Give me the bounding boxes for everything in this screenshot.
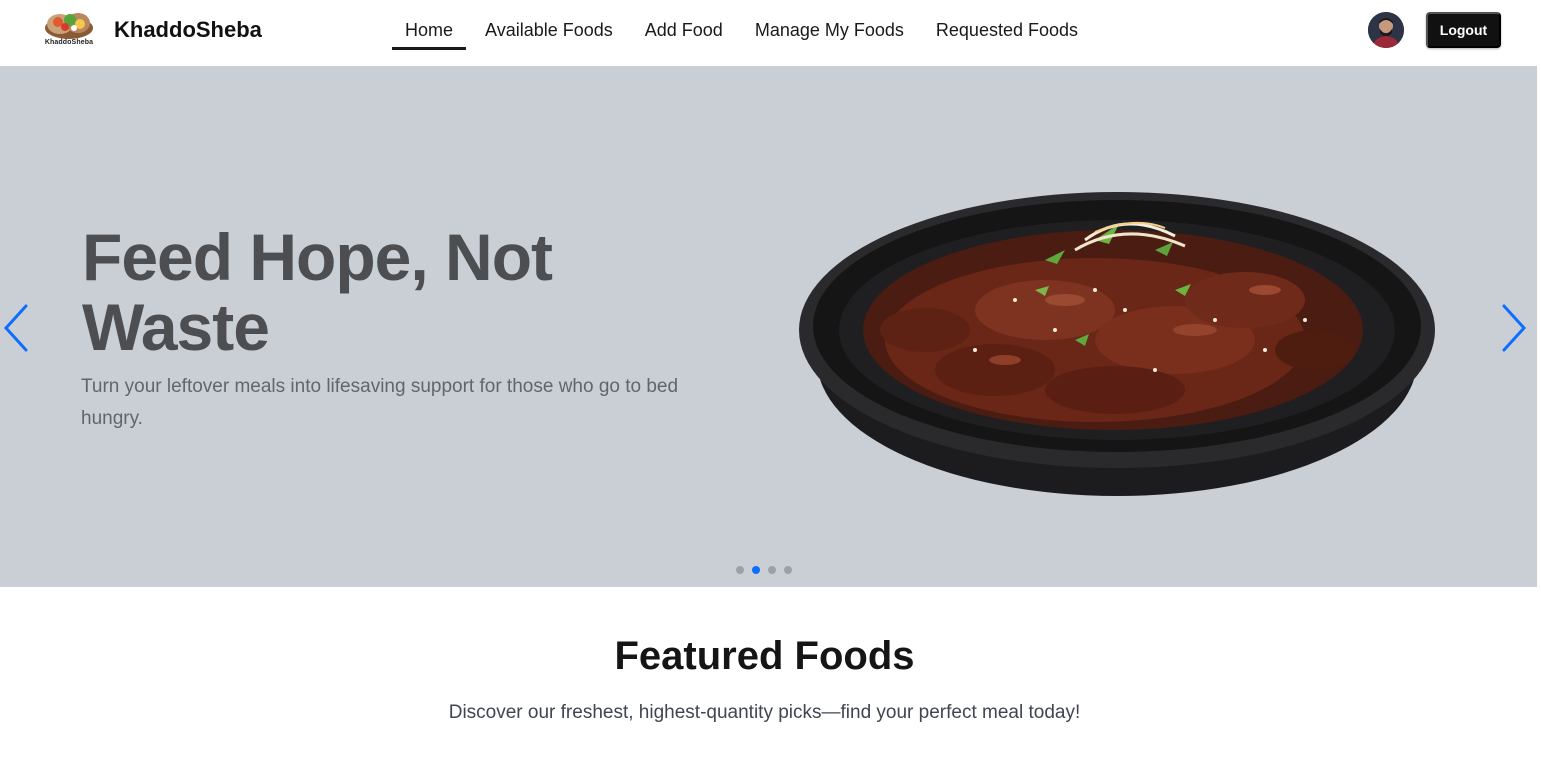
logout-button[interactable]: Logout: [1426, 12, 1501, 48]
carousel-dot-3[interactable]: [768, 566, 776, 574]
carousel-dot-2[interactable]: [752, 566, 760, 574]
nav-manage-my-foods[interactable]: Manage My Foods: [742, 0, 917, 50]
logo-text: KhaddoSheba: [44, 39, 94, 46]
navbar: KhaddoSheba KhaddoSheba Home Available F…: [0, 0, 1541, 66]
hero-subtitle: Turn your leftover meals into lifesaving…: [81, 376, 679, 429]
brand[interactable]: KhaddoSheba KhaddoSheba: [40, 10, 262, 50]
brand-name[interactable]: KhaddoSheba: [114, 17, 262, 43]
featured-subtitle: Discover our freshest, highest-quantity …: [448, 702, 1081, 723]
nav-requested-foods[interactable]: Requested Foods: [923, 0, 1091, 50]
featured-title: Featured Foods: [614, 634, 915, 678]
food-bowl-logo-icon: KhaddoSheba: [40, 10, 98, 50]
nav-available-foods[interactable]: Available Foods: [472, 0, 626, 50]
nav-home[interactable]: Home: [392, 0, 467, 50]
main-nav: Home Available Foods Add Food Manage My …: [392, 0, 1091, 66]
user-avatar[interactable]: [1368, 12, 1404, 48]
nav-add-food[interactable]: Add Food: [632, 0, 736, 50]
carousel-next-button[interactable]: [1498, 304, 1528, 352]
carousel-dot-1[interactable]: [736, 566, 744, 574]
carousel-dot-4[interactable]: [784, 566, 792, 574]
hero-title: Feed Hope, Not Waste: [82, 220, 553, 364]
beef-dish-image: [795, 180, 1439, 500]
chevron-right-icon: [1502, 304, 1527, 352]
carousel-pagination: [736, 566, 792, 574]
chevron-left-icon: [3, 304, 28, 352]
hero-carousel: Feed Hope, Not Waste Turn your leftover …: [0, 66, 1537, 587]
carousel-prev-button[interactable]: [2, 304, 32, 352]
